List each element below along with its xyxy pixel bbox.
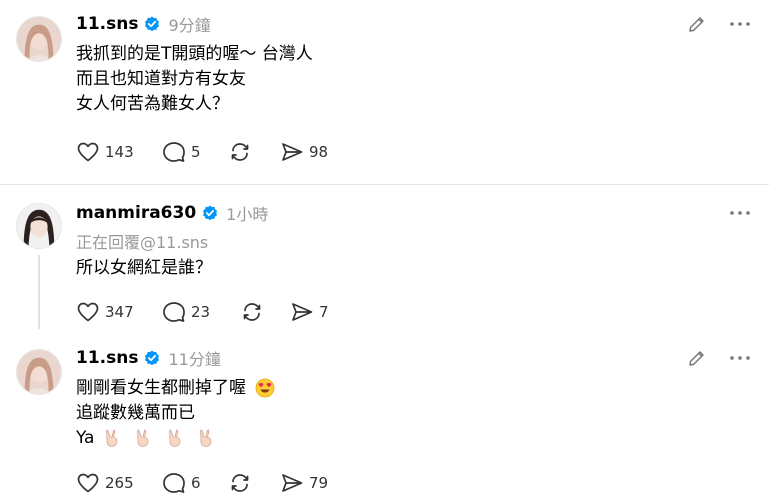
victory-hand-emoji: [168, 429, 181, 447]
reply-button[interactable]: 23: [162, 300, 240, 324]
victory-hand-emoji: [200, 429, 212, 447]
share-count: 7: [319, 303, 329, 321]
share-button[interactable]: 7: [290, 300, 329, 324]
heart-icon: [77, 473, 99, 493]
post-header: manmira630 1小時: [76, 201, 268, 225]
like-button[interactable]: 347: [76, 300, 162, 324]
post-actions: 265 6 79: [76, 471, 328, 495]
post-body: 所以女網紅是誰？: [76, 256, 212, 281]
like-button[interactable]: 143: [76, 140, 162, 164]
avatar[interactable]: [16, 349, 62, 395]
repost-button[interactable]: [240, 300, 290, 324]
post-text-line: 剛剛看女生都刪掉了喔: [76, 376, 275, 401]
reply-count: 5: [191, 143, 201, 161]
comment-icon: [163, 302, 185, 322]
verified-icon: [203, 205, 218, 221]
post-header: 11.sns 9分鐘: [76, 12, 211, 36]
post-actions: 347 23 7: [76, 300, 329, 324]
heart-icon: [77, 142, 99, 162]
post-top-icons: [687, 14, 751, 38]
reply-button[interactable]: 6: [162, 471, 228, 495]
post-top-icons: [687, 348, 751, 372]
post-time: 1小時: [226, 205, 269, 224]
username[interactable]: manmira630: [76, 203, 196, 223]
more-icon[interactable]: [729, 348, 751, 372]
comment-icon: [163, 473, 185, 493]
verified-icon: [145, 16, 160, 32]
comment-icon: [163, 142, 185, 162]
avatar-image: [17, 350, 61, 394]
post-time: 9分鐘: [168, 16, 211, 35]
like-count: 265: [105, 474, 134, 492]
verified-icon: [145, 350, 160, 366]
post-body: 我抓到的是T開頭的喔～ 台灣人 而且也知道對方有女友 女人何苦為難女人？: [76, 42, 313, 117]
avatar-image: [17, 17, 61, 61]
reply-count: 23: [191, 303, 211, 321]
victory-hand-emoji: [137, 429, 149, 447]
post-text-line: 女人何苦為難女人？: [76, 94, 229, 114]
avatar-image: [17, 204, 61, 248]
share-icon: [282, 143, 303, 161]
edit-icon[interactable]: [687, 348, 707, 372]
heart-icon: [77, 302, 99, 322]
victory-hand-emoji: [105, 429, 118, 447]
post-time: 11分鐘: [168, 350, 221, 369]
post-text-line: Ya: [76, 426, 275, 451]
like-count: 143: [105, 143, 134, 161]
repost-button[interactable]: [228, 140, 280, 164]
post-1: 11.sns 9分鐘 我抓到的是T開頭的喔～ 台灣人 而且也知道對方有女友 女人…: [0, 0, 769, 185]
like-count: 347: [105, 303, 134, 321]
repost-icon: [243, 303, 261, 321]
share-count: 98: [309, 143, 329, 161]
post-text-line: 所以女網紅是誰？: [76, 258, 212, 278]
share-button[interactable]: 98: [280, 140, 328, 164]
post-actions: 143 5 98: [76, 140, 328, 164]
username[interactable]: 11.sns: [76, 348, 138, 368]
post-text: Ya: [76, 428, 95, 448]
repost-button[interactable]: [228, 471, 280, 495]
post-text: 剛剛看女生都刪掉了喔: [76, 378, 246, 398]
username[interactable]: 11.sns: [76, 14, 138, 34]
edit-icon[interactable]: [687, 14, 707, 38]
avatar[interactable]: [16, 203, 62, 249]
more-icon[interactable]: [729, 14, 751, 38]
share-button[interactable]: 79: [280, 471, 328, 495]
replying-to[interactable]: 正在回覆@11.sns: [76, 229, 208, 253]
repost-icon: [231, 143, 249, 161]
post-text-line: 而且也知道對方有女友: [76, 69, 246, 89]
post-text-line: 我抓到的是T開頭的喔～ 台灣人: [76, 44, 313, 64]
repost-icon: [231, 474, 249, 492]
share-icon: [292, 303, 313, 321]
post-text-line: 追蹤數幾萬而已: [76, 403, 195, 423]
thread-line: [38, 255, 40, 329]
post-body: 剛剛看女生都刪掉了喔 追蹤數幾萬而已 Ya: [76, 376, 275, 451]
share-count: 79: [309, 474, 329, 492]
more-icon[interactable]: [729, 203, 751, 227]
post-2: manmira630 1小時 正在回覆@11.sns 所以女網紅是誰？ 347 …: [0, 185, 769, 335]
post-header: 11.sns 11分鐘: [76, 346, 221, 370]
heart-eyes-emoji: [256, 378, 275, 398]
reply-count: 6: [191, 474, 201, 492]
avatar[interactable]: [16, 16, 62, 62]
post-3: 11.sns 11分鐘 剛剛看女生都刪掉了喔 追蹤數幾萬而已 Ya 265 6 …: [0, 335, 769, 503]
post-top-icons: [729, 203, 751, 227]
share-icon: [282, 474, 303, 492]
like-button[interactable]: 265: [76, 471, 162, 495]
reply-button[interactable]: 5: [162, 140, 228, 164]
